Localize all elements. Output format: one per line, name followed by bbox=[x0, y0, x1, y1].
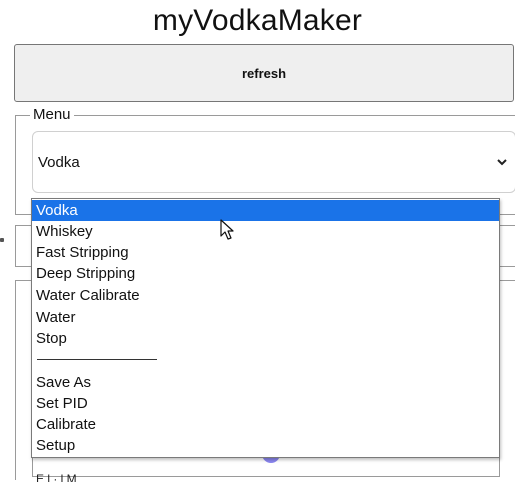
refresh-button[interactable]: refresh bbox=[14, 44, 514, 102]
menu-dropdown-list: Vodka Whiskey Fast Stripping Deep Stripp… bbox=[31, 198, 500, 458]
page-title: myVodkaMaker bbox=[152, 4, 363, 37]
lower-text: E l · l M bbox=[36, 472, 77, 482]
option-water[interactable]: Water bbox=[32, 307, 499, 328]
option-stop[interactable]: Stop bbox=[32, 328, 499, 349]
menu-legend: Menu bbox=[30, 106, 74, 123]
option-vodka[interactable]: Vodka bbox=[32, 200, 499, 221]
option-separator bbox=[37, 359, 157, 360]
menu-select-value: Vodka bbox=[38, 153, 80, 171]
cursor-arrow-icon bbox=[220, 219, 234, 240]
option-deep-stripping[interactable]: Deep Stripping bbox=[32, 263, 499, 284]
option-set-pid[interactable]: Set PID bbox=[32, 393, 499, 414]
option-water-calibrate[interactable]: Water Calibrate bbox=[32, 285, 499, 306]
option-calibrate[interactable]: Calibrate bbox=[32, 414, 499, 435]
option-whiskey[interactable]: Whiskey bbox=[32, 221, 499, 242]
menu-select[interactable]: Vodka bbox=[32, 131, 515, 193]
option-fast-stripping[interactable]: Fast Stripping bbox=[32, 242, 499, 263]
edge-mark bbox=[0, 238, 4, 242]
chevron-down-icon bbox=[497, 159, 507, 166]
option-save-as[interactable]: Save As bbox=[32, 372, 499, 393]
option-setup[interactable]: Setup bbox=[32, 435, 499, 456]
